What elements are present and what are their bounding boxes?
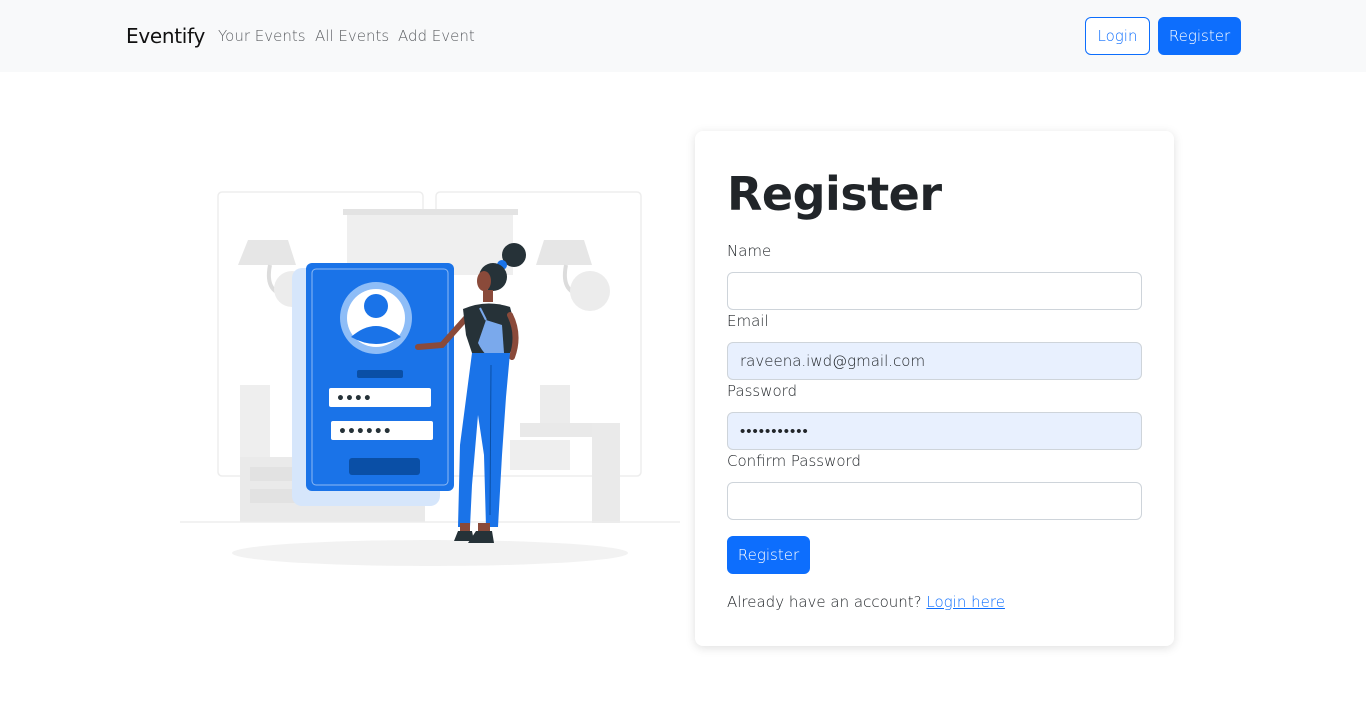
- user-registration-illustration: •••• ••••••: [180, 191, 680, 566]
- password-label: Password: [727, 382, 798, 400]
- nav-link-your-events[interactable]: Your Events: [218, 27, 306, 45]
- register-card: Register Name Email Password Confirm Pas…: [695, 131, 1174, 646]
- login-prompt: Already have an account? Login here: [727, 593, 1005, 611]
- confirm-password-input[interactable]: [727, 482, 1142, 520]
- nav-link-all-events[interactable]: All Events: [315, 27, 389, 45]
- email-label: Email: [727, 312, 769, 330]
- login-button[interactable]: Login: [1085, 17, 1150, 55]
- name-input[interactable]: [727, 272, 1142, 310]
- login-here-link[interactable]: Login here: [926, 593, 1005, 611]
- name-label: Name: [727, 242, 772, 260]
- nav-link-add-event[interactable]: Add Event: [398, 27, 475, 45]
- illustration-password-dots-2: ••••••: [338, 424, 392, 440]
- brand-logo[interactable]: Eventify: [126, 24, 205, 48]
- login-prompt-text: Already have an account?: [727, 593, 922, 611]
- email-input[interactable]: [727, 342, 1142, 380]
- navbar: Eventify Your Events All Events Add Even…: [0, 0, 1366, 72]
- password-input[interactable]: [727, 412, 1142, 450]
- illustration-password-dots-1: ••••: [336, 391, 372, 407]
- register-nav-button[interactable]: Register: [1158, 17, 1241, 55]
- page-title: Register: [727, 167, 942, 221]
- confirm-password-label: Confirm Password: [727, 452, 861, 470]
- register-submit-button[interactable]: Register: [727, 536, 810, 574]
